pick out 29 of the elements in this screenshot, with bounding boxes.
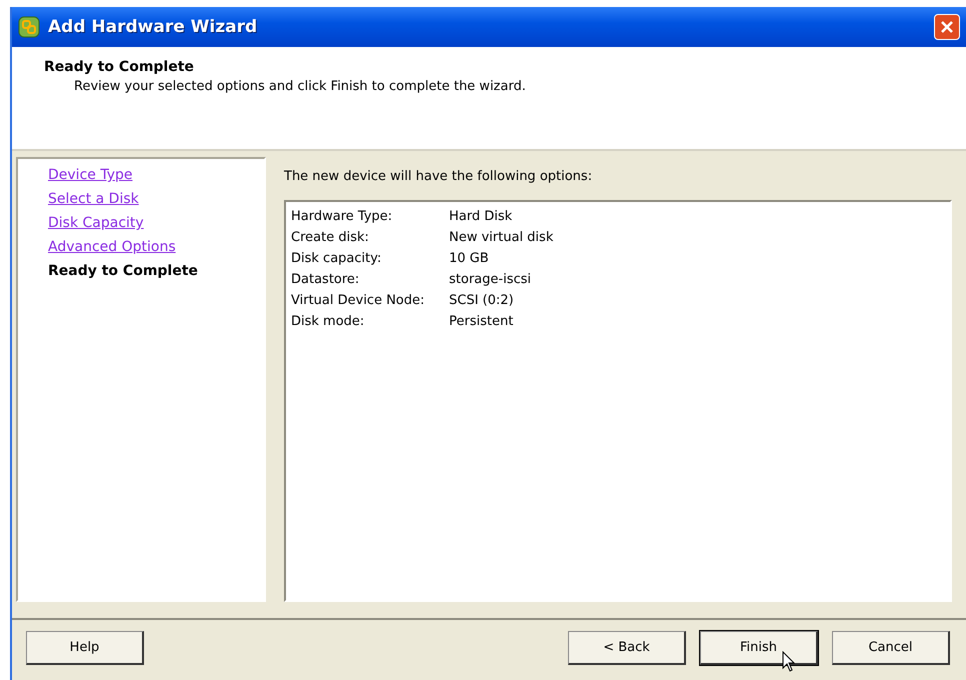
- option-value: SCSI (0:2): [449, 292, 514, 310]
- option-label: Virtual Device Node:: [291, 292, 426, 310]
- option-value: storage-iscsi: [449, 271, 531, 289]
- step-link[interactable]: Disk Capacity: [48, 211, 234, 235]
- close-icon: [940, 20, 954, 34]
- option-value: New virtual disk: [449, 229, 554, 247]
- option-label: Create disk:: [291, 229, 370, 247]
- wizard-button[interactable]: Finish: [700, 631, 818, 665]
- app-icon: [18, 16, 40, 38]
- option-label: Disk mode:: [291, 313, 366, 331]
- option-label: Datastore:: [291, 271, 360, 289]
- wizard-button[interactable]: Cancel: [832, 631, 950, 665]
- step-link[interactable]: Select a Disk: [48, 187, 234, 211]
- window-title: Add Hardware Wizard: [48, 17, 258, 37]
- pointer-cursor-icon: [782, 651, 796, 673]
- page-title: Ready to Complete: [44, 59, 195, 75]
- option-value: Hard Disk: [449, 208, 512, 226]
- summary-intro: The new device will have the following options:: [284, 169, 594, 184]
- option-value: Persistent: [449, 313, 514, 331]
- option-label: Hardware Type:: [291, 208, 394, 226]
- wizard-button[interactable]: < Back: [568, 631, 686, 665]
- step-link[interactable]: Advanced Options: [48, 235, 234, 259]
- current-step[interactable]: Ready to Complete: [48, 259, 234, 283]
- help-button[interactable]: Help: [26, 631, 144, 665]
- close-button[interactable]: [934, 14, 960, 40]
- option-label: Disk capacity:: [291, 250, 382, 268]
- page-subtitle: Review your selected options and click Finish to complete the wizard.: [74, 79, 527, 94]
- option-value: 10 GB: [449, 250, 489, 268]
- step-link[interactable]: Device Type: [48, 163, 234, 187]
